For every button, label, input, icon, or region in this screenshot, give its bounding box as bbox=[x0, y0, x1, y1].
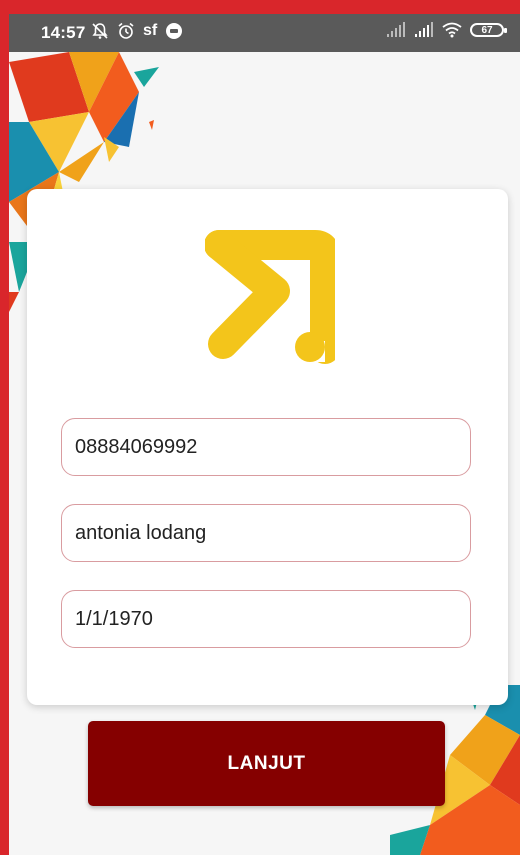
status-right-icons: 67 bbox=[386, 22, 507, 38]
next-button[interactable]: LANJUT bbox=[88, 721, 445, 806]
phone-input[interactable] bbox=[61, 418, 471, 476]
status-bar: 14:57 sf 67 bbox=[9, 14, 520, 52]
chat-icon bbox=[166, 23, 183, 39]
app-screen: 14:57 sf 67 08884069992 antonia lodang 1… bbox=[9, 14, 520, 855]
mute-icon bbox=[92, 23, 108, 39]
name-input[interactable] bbox=[61, 504, 471, 562]
wifi-icon bbox=[442, 22, 462, 38]
status-left-icons: sf bbox=[91, 22, 183, 40]
alarm-icon bbox=[118, 22, 134, 39]
battery-icon: 67 bbox=[470, 23, 507, 37]
sf-icon: sf bbox=[143, 22, 158, 39]
form-card bbox=[27, 189, 508, 705]
battery-level: 67 bbox=[481, 24, 493, 36]
status-time: 14:57 bbox=[41, 23, 86, 42]
birthdate-input[interactable] bbox=[61, 590, 471, 648]
signal-icon bbox=[387, 22, 405, 37]
brand-logo bbox=[205, 230, 335, 364]
signal-icon bbox=[415, 22, 433, 37]
